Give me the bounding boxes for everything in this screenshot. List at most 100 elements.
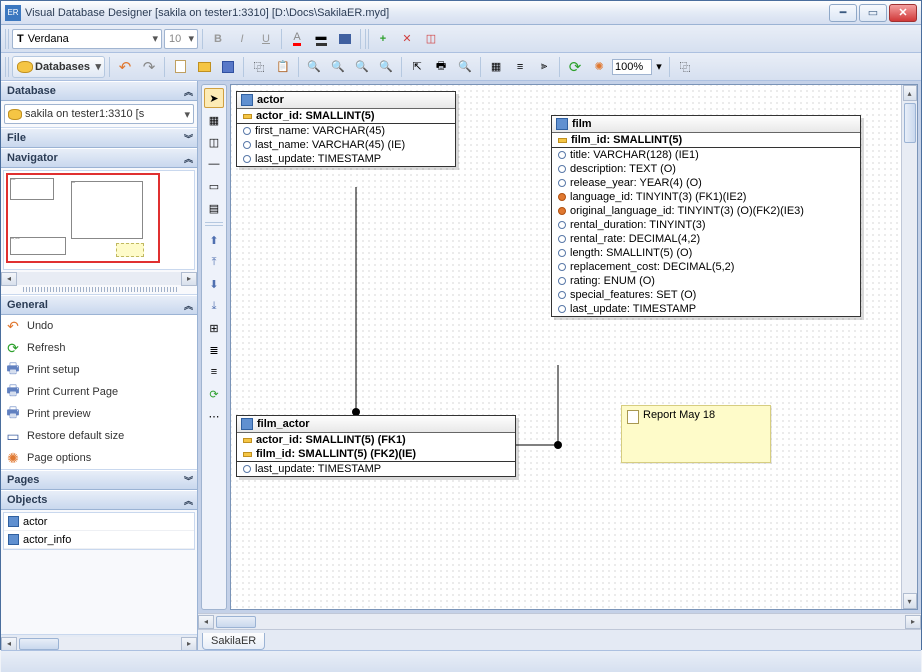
align-button[interactable]: ≡ — [509, 56, 531, 78]
print-button[interactable]: 🖶 — [430, 56, 452, 78]
table-header[interactable]: film — [552, 116, 860, 133]
table-film[interactable]: filmfilm_id: SMALLINT(5)title: VARCHAR(1… — [551, 115, 861, 317]
general-item[interactable]: 🖶Print preview — [1, 403, 197, 425]
undo-button[interactable]: ↶ — [114, 56, 136, 78]
panel-header-general[interactable]: General︽ — [1, 295, 197, 315]
zoom-dropdown-button[interactable]: ▾ — [653, 56, 665, 78]
add-table-button[interactable]: + — [372, 28, 394, 50]
open-button[interactable] — [193, 56, 215, 78]
text-color-button[interactable]: A — [286, 28, 308, 50]
save-button[interactable] — [217, 56, 239, 78]
grid-button[interactable]: ▦ — [485, 56, 507, 78]
note-tool[interactable]: ▤ — [204, 198, 224, 218]
refresh-button[interactable]: ⟳ — [564, 56, 586, 78]
table-column[interactable]: rental_duration: TINYINT(3) — [552, 218, 860, 232]
panel-header-navigator[interactable]: Navigator︽ — [1, 148, 197, 168]
layer-top-tool[interactable]: ⤒ — [204, 252, 224, 272]
paste-button[interactable]: 📋 — [272, 56, 294, 78]
relation-tool[interactable]: — — [204, 154, 224, 174]
table-column[interactable]: last_update: TIMESTAMP — [237, 462, 515, 476]
select-tool[interactable]: ➤ — [204, 88, 224, 108]
distrib-button[interactable]: ⫸ — [533, 56, 555, 78]
diagram-canvas[interactable]: actoractor_id: SMALLINT(5)first_name: VA… — [230, 84, 918, 610]
bg-color-button[interactable] — [334, 28, 356, 50]
layer-up-tool[interactable]: ⬆ — [204, 230, 224, 250]
table-column[interactable]: description: TEXT (O) — [552, 162, 860, 176]
maximize-button[interactable]: ▭ — [859, 4, 887, 22]
redo-button[interactable]: ↷ — [138, 56, 160, 78]
table-tool[interactable]: ▦ — [204, 110, 224, 130]
table-column[interactable]: first_name: VARCHAR(45) — [237, 124, 455, 138]
zoom-input[interactable] — [612, 59, 652, 75]
underline-button[interactable]: U — [255, 28, 277, 50]
table-film-actor[interactable]: film_actoractor_id: SMALLINT(5) (FK1)fil… — [236, 415, 516, 477]
table-column[interactable]: original_language_id: TINYINT(3) (O)(FK2… — [552, 204, 860, 218]
layer-down-tool[interactable]: ⬇ — [204, 274, 224, 294]
general-item[interactable]: ⟳Refresh — [1, 337, 197, 359]
table-column[interactable]: last_name: VARCHAR(45) (IE) — [237, 138, 455, 152]
settings-button[interactable]: ✺ — [588, 56, 610, 78]
table-header[interactable]: actor — [237, 92, 455, 109]
close-button[interactable]: ✕ — [889, 4, 917, 22]
panel-header-file[interactable]: File︾ — [1, 128, 197, 148]
table-column[interactable]: film_id: SMALLINT(5) — [552, 133, 860, 148]
table-column[interactable]: special_features: SET (O) — [552, 288, 860, 302]
view-tool[interactable]: ◫ — [204, 132, 224, 152]
font-size-select[interactable]: 10 — [164, 29, 198, 49]
navigator-minimap[interactable]: actor film film_actor — [3, 170, 195, 270]
italic-button[interactable]: I — [231, 28, 253, 50]
table-column[interactable]: last_update: TIMESTAMP — [552, 302, 860, 316]
remove-table-button[interactable]: ✕ — [396, 28, 418, 50]
zoom-in-button[interactable]: 🔍 — [303, 56, 325, 78]
page-tab[interactable]: SakilaER — [202, 633, 265, 650]
layers-button[interactable]: ⿻ — [674, 56, 696, 78]
layer-bottom-tool[interactable]: ⤓ — [204, 296, 224, 316]
table-column[interactable]: rental_rate: DECIMAL(4,2) — [552, 232, 860, 246]
table-column[interactable]: length: SMALLINT(5) (O) — [552, 246, 860, 260]
zoom-100-button[interactable]: 🔍 — [375, 56, 397, 78]
sidebar-scrollbar[interactable]: ◂▸ — [1, 637, 197, 650]
panel-resize-handle[interactable] — [21, 287, 177, 292]
more-tool[interactable]: ⋯ — [204, 406, 224, 426]
align-center-tool[interactable]: ≡ — [204, 362, 224, 382]
bold-button[interactable]: B — [207, 28, 229, 50]
table-actor[interactable]: actoractor_id: SMALLINT(5)first_name: VA… — [236, 91, 456, 167]
table-column[interactable]: release_year: YEAR(4) (O) — [552, 176, 860, 190]
panel-header-database[interactable]: Database︽ — [1, 81, 197, 101]
databases-button[interactable]: Databases — [12, 56, 105, 78]
table-header[interactable]: film_actor — [237, 416, 515, 433]
table-column[interactable]: language_id: TINYINT(3) (FK1)(IE2) — [552, 190, 860, 204]
object-item[interactable]: actor_info — [4, 531, 194, 549]
table-column[interactable]: actor_id: SMALLINT(5) (FK1) — [237, 433, 515, 447]
general-item[interactable]: ▭Restore default size — [1, 425, 197, 447]
minimize-button[interactable]: ━ — [829, 4, 857, 22]
copy-button[interactable]: ⿻ — [248, 56, 270, 78]
general-item[interactable]: 🖶Print setup — [1, 359, 197, 381]
shapes-button[interactable]: ◫ — [420, 28, 442, 50]
canvas-note[interactable]: Report May 18 — [621, 405, 771, 463]
table-column[interactable]: replacement_cost: DECIMAL(5,2) — [552, 260, 860, 274]
panel-header-pages[interactable]: Pages︾ — [1, 470, 197, 490]
region-tool[interactable]: ▭ — [204, 176, 224, 196]
table-column[interactable]: title: VARCHAR(128) (IE1) — [552, 148, 860, 162]
align-left-tool[interactable]: ≣ — [204, 340, 224, 360]
nav-scrollbar[interactable]: ◂▸ — [1, 272, 197, 285]
canvas-h-scrollbar[interactable]: ◂▸ — [198, 613, 921, 629]
general-item[interactable]: ✺Page options — [1, 447, 197, 469]
canvas-v-scrollbar[interactable]: ▴▾ — [901, 85, 917, 609]
fill-color-button[interactable]: ▬ — [310, 28, 332, 50]
export-button[interactable]: ⇱ — [406, 56, 428, 78]
panel-header-objects[interactable]: Objects︽ — [1, 490, 197, 510]
auto-layout-tool[interactable]: ⊞ — [204, 318, 224, 338]
table-column[interactable]: last_update: TIMESTAMP — [237, 152, 455, 166]
object-item[interactable]: actor — [4, 513, 194, 531]
table-column[interactable]: film_id: SMALLINT(5) (FK2)(IE) — [237, 447, 515, 462]
zoom-fit-button[interactable]: 🔍 — [351, 56, 373, 78]
table-column[interactable]: rating: ENUM (O) — [552, 274, 860, 288]
new-button[interactable] — [169, 56, 191, 78]
font-family-select[interactable]: TVerdana — [12, 29, 162, 49]
align-sync-tool[interactable]: ⟳ — [204, 384, 224, 404]
general-item[interactable]: ↶Undo — [1, 315, 197, 337]
table-column[interactable]: actor_id: SMALLINT(5) — [237, 109, 455, 124]
schema-select[interactable]: sakila on tester1:3310 [s — [4, 104, 194, 124]
